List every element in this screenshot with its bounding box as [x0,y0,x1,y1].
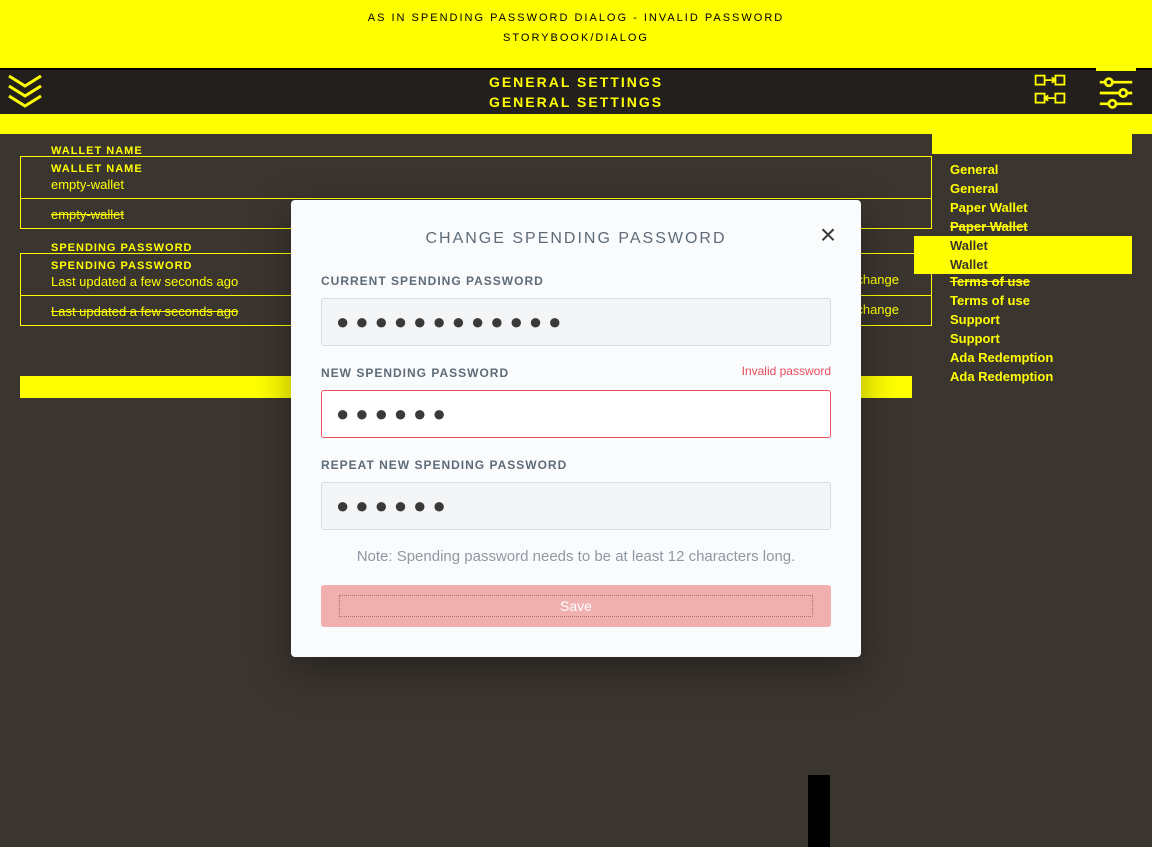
password-note: Note: Spending password needs to be at l… [321,548,831,565]
new-password-field: NEW SPENDING PASSWORD Invalid password [321,364,831,438]
new-password-label: NEW SPENDING PASSWORD [321,366,509,380]
save-button-label: Save [339,595,813,617]
new-password-input[interactable] [321,390,831,438]
current-password-input[interactable] [321,298,831,346]
repeat-password-label: REPEAT NEW SPENDING PASSWORD [321,458,567,472]
current-password-field: CURRENT SPENDING PASSWORD [321,272,831,346]
change-password-modal: CHANGE SPENDING PASSWORD × CURRENT SPEND… [291,200,861,657]
modal-title: CHANGE SPENDING PASSWORD [321,230,831,248]
repeat-password-field: REPEAT NEW SPENDING PASSWORD [321,456,831,530]
current-password-label: CURRENT SPENDING PASSWORD [321,274,544,288]
save-button[interactable]: Save [321,585,831,627]
modal-overlay: CHANGE SPENDING PASSWORD × CURRENT SPEND… [0,0,1152,847]
close-icon[interactable]: × [815,224,841,250]
repeat-password-input[interactable] [321,482,831,530]
new-password-error: Invalid password [742,364,831,378]
